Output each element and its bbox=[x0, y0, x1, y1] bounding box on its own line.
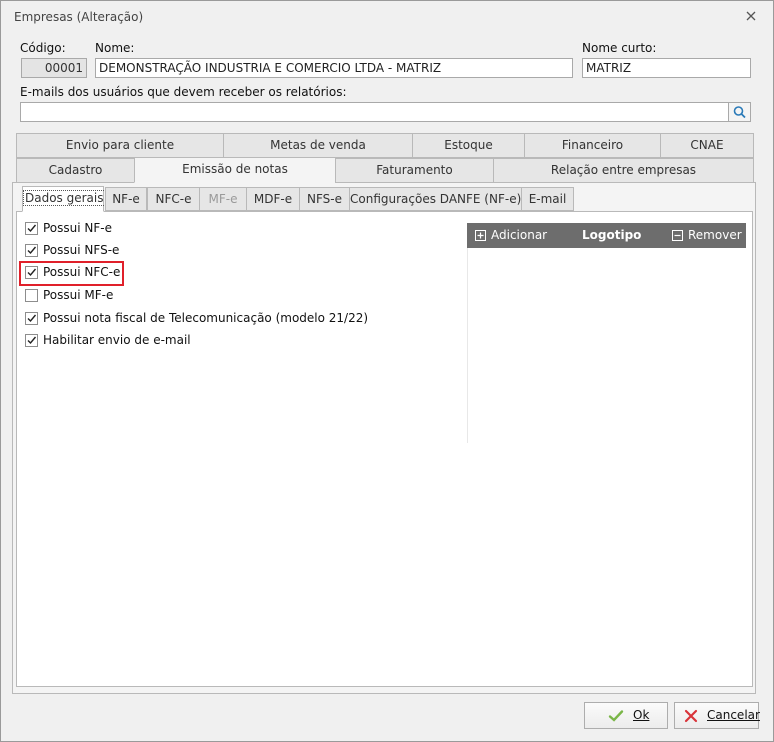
subtab-dados-gerais-label: Dados gerais bbox=[23, 190, 106, 206]
title-bar: Empresas (Alteração) bbox=[1, 1, 773, 33]
checkbox-box[interactable] bbox=[25, 289, 38, 302]
check-icon bbox=[27, 314, 37, 323]
emails-label: E-mails dos usuários que devem receber o… bbox=[20, 85, 347, 99]
logo-title: Logotipo bbox=[582, 228, 642, 242]
tab-cnae[interactable]: CNAE bbox=[660, 133, 754, 158]
remove-logo-label: Remover bbox=[688, 228, 742, 242]
dialog-window: Empresas (Alteração) Código: Nome: Nome … bbox=[0, 0, 774, 742]
check-icon bbox=[27, 246, 37, 255]
logo-image-area[interactable] bbox=[467, 248, 747, 443]
subtab-mf-e: MF-e bbox=[199, 187, 247, 211]
tab-cadastro[interactable]: Cadastro bbox=[16, 158, 135, 183]
tab-relacao-entre-empresas[interactable]: Relação entre empresas bbox=[493, 158, 754, 183]
checkbox-label: Possui MF-e bbox=[43, 288, 114, 302]
checkbox-box[interactable] bbox=[25, 222, 38, 235]
emails-field[interactable] bbox=[20, 102, 729, 122]
subtab-mdf-e[interactable]: MDF-e bbox=[246, 187, 300, 211]
subtab-email[interactable]: E-mail bbox=[521, 187, 574, 211]
ok-label: Ok bbox=[633, 708, 650, 722]
check-icon bbox=[27, 336, 37, 345]
checkbox-box[interactable] bbox=[25, 244, 38, 257]
close-icon bbox=[684, 709, 698, 723]
subtab-dados-gerais[interactable]: Dados gerais bbox=[22, 186, 106, 212]
check-icon bbox=[27, 224, 37, 233]
subtab-nfs-e[interactable]: NFS-e bbox=[299, 187, 350, 211]
window-title: Empresas (Alteração) bbox=[14, 10, 144, 24]
search-icon bbox=[733, 106, 746, 119]
emails-search-button[interactable] bbox=[728, 102, 751, 122]
tab-emissao-de-notas[interactable]: Emissão de notas bbox=[134, 157, 336, 183]
tab-faturamento[interactable]: Faturamento bbox=[335, 158, 494, 183]
tab-estoque[interactable]: Estoque bbox=[412, 133, 525, 158]
subtab-nf-e[interactable]: NF-e bbox=[105, 187, 147, 211]
ok-button[interactable]: Ok bbox=[584, 702, 668, 729]
codigo-label: Código: bbox=[20, 41, 66, 55]
cancel-label: Cancelar bbox=[707, 708, 760, 722]
check-icon bbox=[608, 710, 624, 722]
nome-field[interactable]: DEMONSTRAÇÃO INDUSTRIA E COMERCIO LTDA -… bbox=[95, 58, 573, 78]
logo-panel: Adicionar Logotipo Remover bbox=[467, 223, 747, 443]
close-icon[interactable] bbox=[744, 9, 758, 23]
tab-envio-para-cliente[interactable]: Envio para cliente bbox=[16, 133, 224, 158]
checkbox-label: Possui nota fiscal de Telecomunicação (m… bbox=[43, 311, 369, 325]
add-logo-label: Adicionar bbox=[491, 228, 548, 242]
cancel-button[interactable]: Cancelar bbox=[674, 702, 760, 729]
tab-metas-de-venda[interactable]: Metas de venda bbox=[223, 133, 413, 158]
minus-icon bbox=[672, 230, 683, 241]
checkbox-label: Habilitar envio de e-mail bbox=[43, 333, 191, 347]
nome-curto-field[interactable]: MATRIZ bbox=[582, 58, 751, 78]
checkbox-label: Possui NF-e bbox=[43, 221, 112, 235]
nome-label: Nome: bbox=[95, 41, 135, 55]
highlight-box bbox=[19, 261, 124, 286]
logo-header: Adicionar Logotipo Remover bbox=[467, 223, 746, 248]
checkbox-label: Possui NFS-e bbox=[43, 243, 120, 257]
nome-curto-label: Nome curto: bbox=[582, 41, 657, 55]
codigo-field[interactable]: 00001 bbox=[21, 58, 87, 78]
checkbox-box[interactable] bbox=[25, 312, 38, 325]
add-logo-button[interactable]: Adicionar bbox=[475, 223, 547, 248]
tab-financeiro[interactable]: Financeiro bbox=[524, 133, 661, 158]
plus-icon bbox=[475, 230, 486, 241]
subtab-nfc-e[interactable]: NFC-e bbox=[147, 187, 200, 211]
remove-logo-button[interactable]: Remover bbox=[672, 223, 742, 248]
subtab-configuracoes-danfe[interactable]: Configurações DANFE (NF-e) bbox=[349, 187, 522, 211]
checkbox-box[interactable] bbox=[25, 334, 38, 347]
